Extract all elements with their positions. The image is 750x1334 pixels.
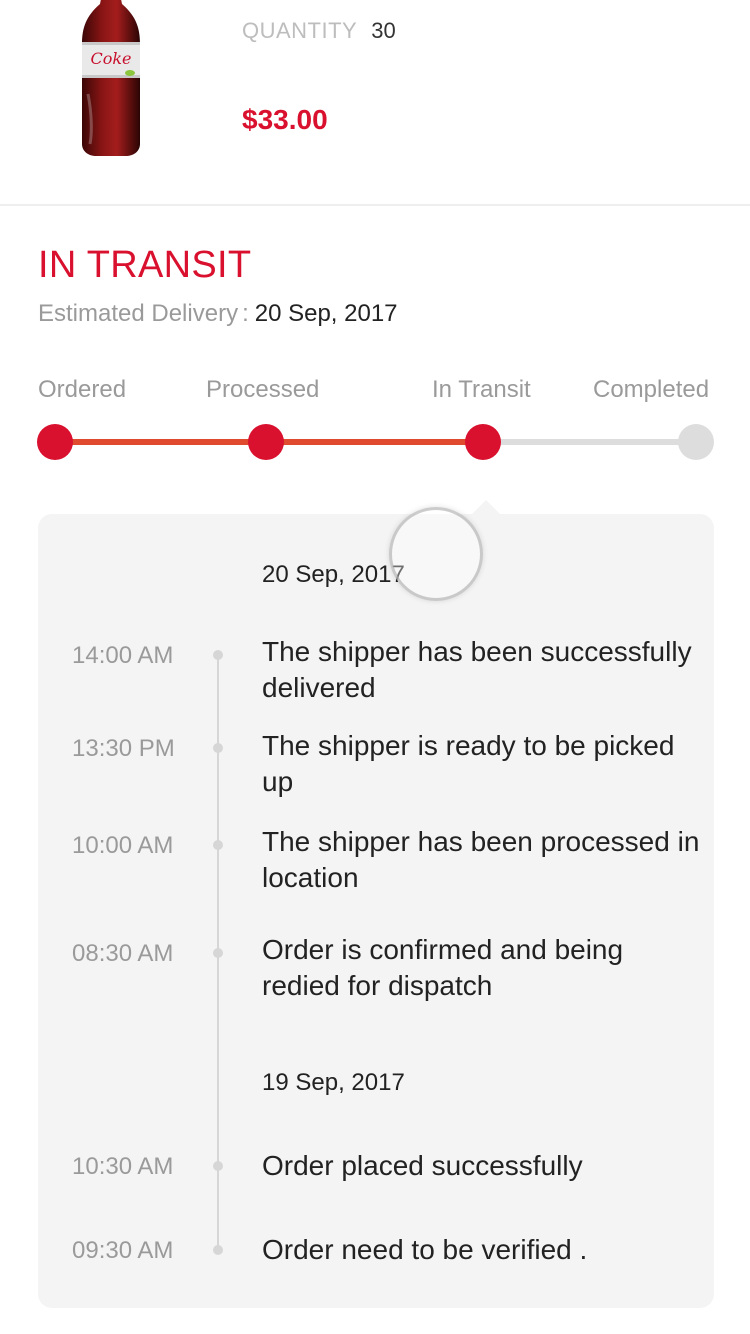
svg-text:Coke: Coke bbox=[90, 49, 131, 68]
timeline-card-pointer bbox=[472, 500, 500, 514]
step-label-ordered: Ordered bbox=[38, 376, 127, 403]
step-dot-in-transit[interactable] bbox=[465, 424, 501, 460]
estimated-delivery-date: 20 Sep, 2017 bbox=[254, 300, 398, 327]
step-label-processed: Processed bbox=[206, 376, 320, 403]
step-dot-processed[interactable] bbox=[248, 424, 284, 460]
timeline-event-time: 09:30 AM bbox=[72, 1237, 174, 1264]
timeline-event-time: 08:30 AM bbox=[72, 940, 174, 967]
product-card[interactable]: Coke QUANTITY 30 $33.00 bbox=[0, 0, 750, 206]
timeline-event-dot bbox=[213, 840, 223, 850]
step-dot-ordered[interactable] bbox=[37, 424, 73, 460]
order-status-title: IN TRANSIT bbox=[38, 244, 252, 286]
estimated-delivery: Estimated Delivery:20 Sep, 2017 bbox=[38, 300, 398, 328]
timeline-event-text: The shipper has been processed in locati… bbox=[262, 826, 700, 893]
timeline-event-time: 10:00 AM bbox=[72, 832, 174, 859]
timeline-event-text: The shipper is ready to be picked up bbox=[262, 730, 675, 797]
step-label-completed: Completed bbox=[593, 376, 710, 403]
quantity: QUANTITY 30 bbox=[242, 18, 396, 44]
estimated-delivery-separator: : bbox=[242, 300, 249, 327]
diet-coke-bottle-image: Coke bbox=[82, 0, 140, 156]
timeline-event-text: Order need to be verified . bbox=[262, 1234, 588, 1265]
timeline-event-time: 10:30 AM bbox=[72, 1153, 174, 1180]
price: $33.00 bbox=[242, 104, 328, 135]
quantity-value: 30 bbox=[371, 18, 396, 43]
timeline-event-dot bbox=[213, 948, 223, 958]
timeline-event-text: Order placed successfully bbox=[262, 1150, 583, 1181]
timeline-event-text: Order is confirmed and being redied for … bbox=[262, 934, 624, 1001]
timeline-event-dot bbox=[213, 743, 223, 753]
timeline-event-text: The shipper has been successfully delive… bbox=[262, 636, 692, 703]
quantity-label: QUANTITY bbox=[242, 18, 358, 43]
step-dot-completed[interactable] bbox=[678, 424, 714, 460]
progress-line-pending bbox=[484, 439, 696, 445]
estimated-delivery-label: Estimated Delivery bbox=[38, 300, 239, 327]
timeline-event-dot bbox=[213, 650, 223, 660]
timeline-event-dot bbox=[213, 1161, 223, 1171]
timeline-event-time: 13:30 PM bbox=[72, 735, 175, 762]
touch-indicator bbox=[389, 507, 483, 601]
timeline-event-dot bbox=[213, 1245, 223, 1255]
timeline-event-time: 14:00 AM bbox=[72, 642, 174, 669]
timeline-date-header: 20 Sep, 2017 bbox=[262, 561, 405, 588]
timeline-date-header: 19 Sep, 2017 bbox=[262, 1069, 405, 1096]
step-label-in-transit: In Transit bbox=[432, 376, 531, 403]
